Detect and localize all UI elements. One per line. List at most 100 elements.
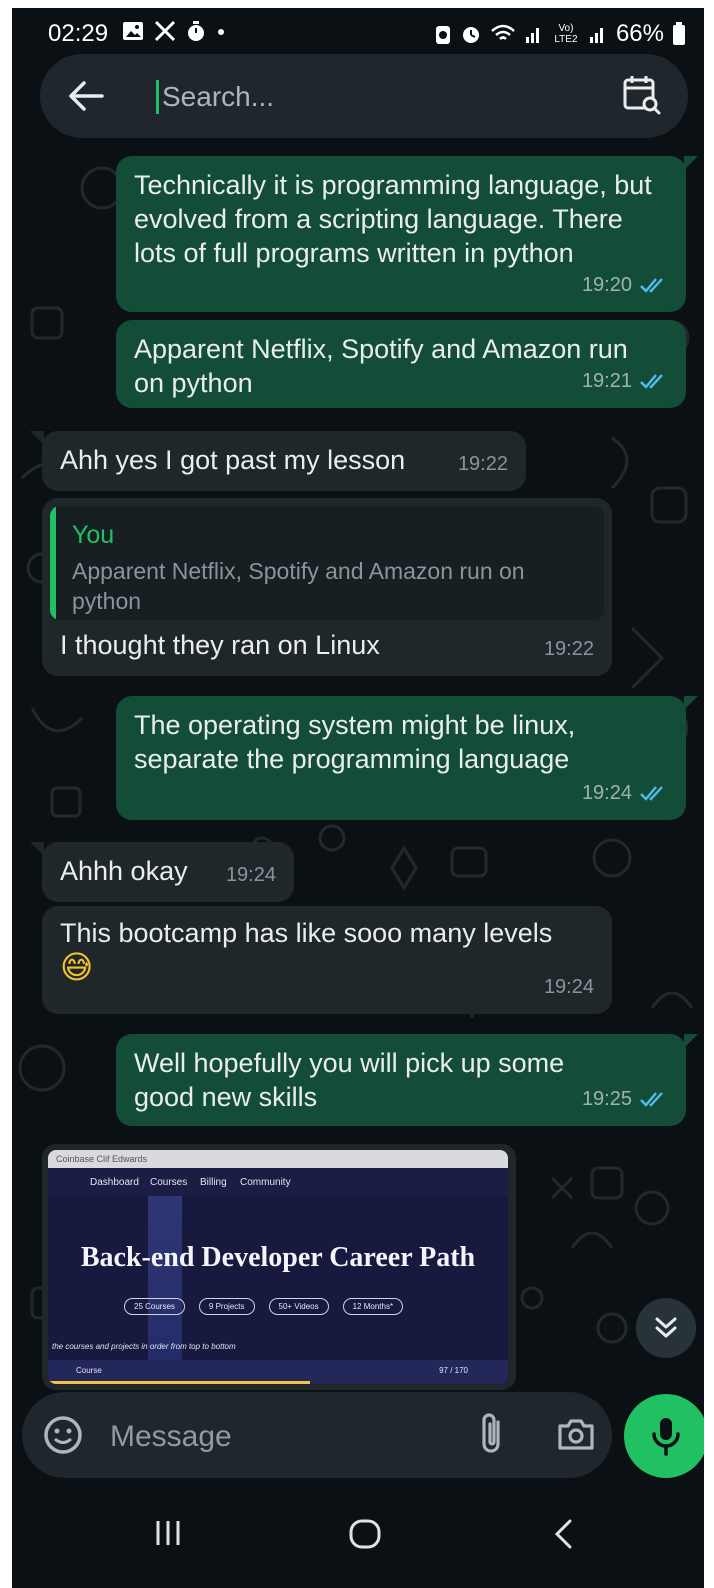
message-time: 19:24: [225, 864, 276, 886]
quote-author: You: [72, 521, 115, 549]
quote-accent-bar: [50, 506, 56, 620]
message-bubble-outgoing[interactable]: Well hopefully you will pick up some goo…: [116, 1034, 698, 1126]
nav-billing: Billing: [200, 1177, 227, 1188]
stopwatch-icon: [188, 21, 204, 41]
bubble-tail: [684, 1034, 698, 1048]
message-meta: 19:22: [458, 447, 508, 481]
network-label: Vo) LTE2: [554, 23, 578, 45]
message-text: Apparent Netflix, Spotify and Amazon run…: [134, 334, 628, 398]
camera-icon[interactable]: [556, 1416, 596, 1452]
message-text: I thought they ran on Linux: [60, 630, 380, 660]
home-icon[interactable]: [348, 1518, 382, 1550]
course-row-label: Course: [76, 1366, 102, 1375]
message-bubble-incoming-reply[interactable]: You Apparent Netflix, Spotify and Amazon…: [42, 498, 612, 676]
course-stats: 25 Courses 9 Projects 50+ Videos 12 Mont…: [124, 1298, 404, 1315]
course-progress-text: 97 / 170: [439, 1366, 468, 1375]
recents-icon[interactable]: [152, 1518, 184, 1548]
dot-icon: [218, 29, 224, 35]
chevron-double-down-icon: [655, 1317, 677, 1338]
battery-percent: 66%: [615, 20, 664, 47]
text-caret: [156, 80, 159, 114]
message-meta: 19:24: [226, 858, 276, 892]
image-message[interactable]: Coinbase Clif Edwards Dashboard Courses …: [42, 1144, 516, 1390]
wifi-icon: [491, 24, 515, 40]
quoted-message[interactable]: You Apparent Netflix, Spotify and Amazon…: [50, 506, 604, 620]
double-check-icon: [640, 374, 663, 389]
message-time: 19:22: [457, 453, 508, 475]
double-check-icon: [640, 786, 663, 801]
message-meta: 19:22: [544, 632, 594, 666]
message-bubble-incoming[interactable]: Ahhh okay 19:24: [30, 842, 294, 902]
message-bubble-outgoing[interactable]: Technically it is programming language, …: [116, 156, 698, 312]
message-time: 19:25: [581, 1088, 632, 1110]
message-bubble-incoming[interactable]: Ahh yes I got past my lesson 19:22: [30, 431, 526, 491]
stat-pill: 25 Courses: [124, 1298, 185, 1315]
battery-icon: [673, 22, 685, 45]
nav-community: Community: [240, 1177, 291, 1188]
scroll-to-bottom-button[interactable]: [636, 1298, 696, 1358]
nav-courses: Courses: [150, 1177, 188, 1188]
message-meta: 19:24: [544, 970, 594, 1004]
search-bar: [40, 54, 688, 138]
gallery-icon: [123, 22, 143, 40]
course-hint: the courses and projects in order from t…: [52, 1342, 236, 1351]
message-time: 19:22: [543, 638, 594, 660]
back-nav-icon[interactable]: [552, 1518, 576, 1550]
x-logo-icon: [154, 20, 176, 42]
bubble-tail: [684, 696, 698, 710]
message-time: 19:21: [581, 370, 632, 392]
bubble-tail: [30, 842, 44, 856]
message-meta: 19:20: [582, 268, 668, 302]
message-composer: [22, 1392, 612, 1478]
alarm-icon: [462, 27, 479, 43]
bubble-tail: [30, 431, 44, 445]
paperclip-icon[interactable]: [476, 1412, 506, 1456]
message-text: Ahh yes I got past my lesson: [60, 445, 406, 475]
course-title: Back-end Developer Career Path: [80, 1242, 476, 1273]
signal-icon-2: [589, 28, 603, 43]
signal-icon: [525, 28, 539, 43]
course-row: Course 97 / 170: [48, 1360, 508, 1384]
double-check-icon: [640, 278, 663, 293]
screen-glare: [148, 1196, 182, 1384]
message-text: Well hopefully you will pick up some goo…: [134, 1048, 565, 1112]
back-arrow-icon[interactable]: [68, 80, 104, 112]
double-check-icon: [640, 1092, 663, 1107]
system-nav-bar: [12, 1498, 704, 1588]
message-bubble-outgoing[interactable]: The operating system might be linux, sep…: [116, 696, 698, 820]
message-text: Technically it is programming language, …: [134, 170, 652, 268]
chat-screen: 02:29 Vo) LTE2 66% Technically it is pro…: [12, 8, 704, 1588]
message-meta: 19:21: [582, 364, 668, 398]
status-time: 02:29: [48, 20, 109, 47]
calendar-search-icon[interactable]: [622, 74, 662, 116]
status-system-icons: Vo) LTE2 66%: [434, 20, 686, 48]
stat-pill: 50+ Videos: [268, 1298, 329, 1315]
status-notifications: [122, 20, 226, 42]
stat-pill: 12 Months*: [342, 1298, 404, 1315]
message-time: 19:24: [543, 976, 594, 998]
quote-text: Apparent Netflix, Spotify and Amazon run…: [72, 558, 525, 614]
message-time: 19:20: [581, 274, 632, 296]
course-progress-bar: [48, 1381, 311, 1384]
search-input[interactable]: [160, 78, 604, 116]
nav-dashboard: Dashboard: [90, 1177, 139, 1188]
message-meta: 19:25: [582, 1082, 668, 1116]
message-text: This bootcamp has like sooo many levels: [60, 918, 553, 948]
message-time: 19:24: [581, 782, 632, 804]
bubble-tail: [684, 156, 698, 170]
browser-bookmarks: Coinbase Clif Edwards: [48, 1150, 508, 1168]
message-bubble-incoming[interactable]: This bootcamp has like sooo many levels …: [42, 906, 612, 1014]
image-thumbnail[interactable]: Coinbase Clif Edwards Dashboard Courses …: [48, 1150, 508, 1384]
message-input[interactable]: [108, 1416, 452, 1458]
message-meta: 19:24: [582, 776, 668, 810]
microphone-icon: [652, 1418, 680, 1456]
stat-pill: 9 Projects: [198, 1298, 255, 1315]
sweat-smile-emoji: 😅: [60, 948, 94, 986]
message-text: The operating system might be linux, sep…: [134, 710, 576, 774]
status-bar: 02:29 Vo) LTE2 66%: [12, 8, 704, 54]
sticker-icon[interactable]: [42, 1414, 84, 1456]
battery-saver-icon: [435, 26, 450, 44]
voice-message-button[interactable]: [624, 1394, 704, 1478]
site-nav: Dashboard Courses Billing Community: [48, 1168, 508, 1196]
message-bubble-outgoing[interactable]: Apparent Netflix, Spotify and Amazon run…: [116, 320, 686, 408]
